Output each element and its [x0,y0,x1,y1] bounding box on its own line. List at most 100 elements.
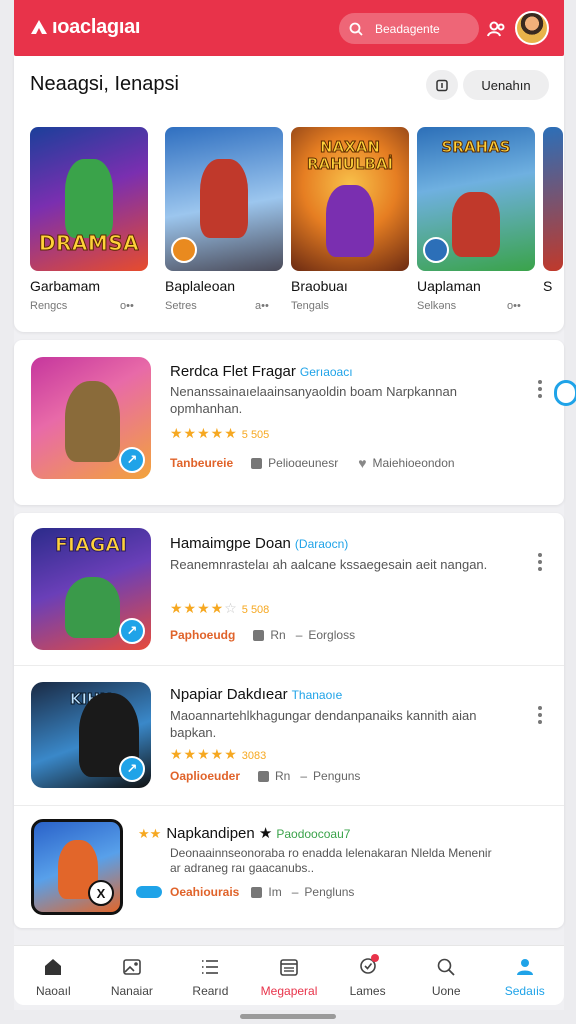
nav-label: Uone [431,984,461,998]
featured-card[interactable]: DRAMSA Garbamam Rengcs o•• [30,127,148,314]
more-options-icon[interactable] [537,553,543,575]
game-title-text: Napkandipen ★ [166,825,273,842]
image-icon [123,959,141,975]
game-title-text: Npapiar Dakdıear [170,686,288,703]
list-icon [202,960,219,974]
nav-item-profile[interactable]: Sedaıis [485,946,564,1005]
search-input[interactable]: Beadagente [339,13,479,44]
game-badge-icon [423,237,449,263]
game-art-title: DRAMSA [38,231,140,256]
home-indicator[interactable] [240,1014,336,1019]
game-region: Eorgloss [308,628,356,642]
game-art [543,127,563,271]
heart-icon[interactable]: ♥ [358,455,366,471]
brand[interactable]: ıoaclagıaı [30,16,140,39]
nav-item-search[interactable]: Uone [407,946,486,1005]
game-title: Hamaimgpe Doan (Daraocn) [170,535,348,552]
nav-item-home[interactable]: Naoaıl [14,946,93,1005]
game-title-text: Rerdca Flet Fragar [170,363,296,380]
featured-sub: Tengals [291,300,409,314]
see-all-button[interactable]: Uenahın [463,70,549,100]
game-rating: ★★★★★ 5 505 [170,425,269,442]
featured-meta: o•• [120,300,134,312]
list-item[interactable]: FIAGAI ↗ Hamaimgpe Doan (Daraocn) Reanemn… [14,513,564,665]
nav-item-gallery[interactable]: Nanaiar [93,946,172,1005]
featured-genre: Rengcs [30,300,68,312]
game-meta: Tanbeureie Pelioɑeunesr ♥ Maiehioeondon [170,455,455,471]
featured-name: S [543,278,553,294]
featured-name: Garbamam [30,278,101,294]
list-item[interactable]: X ★★ Napkandipen ★ Paodoocoau7 Deonaainnse… [14,805,564,928]
people-icon[interactable] [486,18,508,40]
game-category: Paphoeudg [170,628,236,642]
logo-icon [31,19,47,34]
game-badge-icon [171,237,197,263]
game-art: NAXAN RAHULBAİ [291,127,409,271]
list-item[interactable]: ↗ Rerdca Flet Fragar Gerıaoacı Nenanssain… [14,340,564,505]
game-publisher: Rn [275,769,291,783]
game-badge-icon: X [88,880,114,906]
featured-section: Neaagsi, Ienapsi Uenahın DRAMSA Garbamam… [14,56,564,332]
star-rating: ★★★★★ [170,746,238,762]
search-icon [349,22,363,36]
game-meta: Paphoeudg Rn – Eorgloss [170,628,356,642]
thumb-title: FIAGAI [54,534,128,556]
filter-button[interactable] [426,70,458,100]
square-icon [251,886,263,898]
more-options-icon[interactable] [537,706,543,728]
list-item[interactable]: KIHH ↗ Npapiar DakdıearThanaoıe Maoannar… [14,665,564,805]
award-stars-icon: ★★ [138,826,162,841]
nav-label: Megaperal [260,984,318,998]
featured-carousel[interactable]: DRAMSA Garbamam Rengcs o•• Baplaleoan Se… [30,127,564,327]
play-badge-icon: ↗ [119,447,145,473]
game-rating: ★★★★☆ 5 508 [170,600,269,617]
avatar[interactable] [515,11,549,45]
game-meta: Oeahiourais Im – Pengluns [136,885,354,899]
phone-screen: ıoaclagıaı Beadagente Neaagsi, Ienapsi U… [14,0,576,1010]
rating-value: 5 508 [241,604,270,616]
featured-card[interactable]: NAXAN RAHULBAİ Braobuaı Tengals [291,127,409,314]
featured-genre: Tengals [291,300,329,312]
featured-sub: Selkəns o•• [417,300,535,314]
game-publisher: Pelioɑeunesr [268,456,339,470]
nav-item-list[interactable]: Rearıd [171,946,250,1005]
featured-card[interactable]: SRAHAS Uaplaman Selkəns o•• [417,127,535,314]
search-icon [437,958,455,976]
nav-label: Lames [349,984,386,998]
featured-sub: Rengcs o•• [30,300,148,314]
game-description: Nenanssainaıelaainsanyaoldin boam Narpka… [170,384,457,416]
game-category: Oeahiourais [170,885,240,899]
game-region: Penguns [313,769,361,783]
game-art [165,127,283,271]
featured-card[interactable]: S [543,127,563,294]
nav-label: Naoaıl [35,984,71,998]
game-list-card[interactable]: ↗ Rerdca Flet Fragar Gerıaoacı Nenanssain… [14,340,564,505]
featured-genre: Setres [165,300,197,312]
section-title: Neaagsi, Ienapsi [30,73,179,95]
more-options-icon[interactable] [537,380,543,402]
game-category: Oaplioeuder [170,769,241,783]
clipboard-icon [436,79,448,92]
game-tag: Gerıaoacı [299,365,353,379]
nav-label: Rearıd [192,984,229,998]
nav-item-likes[interactable]: Lames [328,946,407,1005]
featured-card[interactable]: Baplaleoan Setres a•• [165,127,283,314]
game-rating: ★★★★★ 3083 [170,746,266,763]
game-region: Pengluns [304,885,355,899]
toggle-badge-icon [136,886,162,898]
game-title: Rerdca Flet Fragar Gerıaoacı [170,363,353,380]
square-icon [251,457,263,469]
game-description: Reanemnrastelaı ah aalcane kssaegesain a… [170,557,488,572]
game-list-group: FIAGAI ↗ Hamaimgpe Doan (Daraocn) Reanemn… [14,513,564,928]
nav-item-calendar[interactable]: Megaperal [250,946,329,1005]
bottom-nav: Naoaıl Nanaiar Rearıd Megaperal Lames Uo… [14,945,564,1005]
game-meta: Oaplioeuder Rn – Penguns [170,769,361,783]
game-title: Npapiar Dakdıear Thanaoıe [170,686,342,703]
play-badge-icon: ↗ [119,618,145,644]
featured-name: Braobuaı [291,278,348,294]
home-icon [45,959,62,975]
game-thumbnail: KIHH ↗ [31,682,151,788]
side-handle[interactable] [554,380,576,406]
rating-value: 5 505 [241,429,270,441]
search-placeholder: Beadagente [375,21,440,36]
